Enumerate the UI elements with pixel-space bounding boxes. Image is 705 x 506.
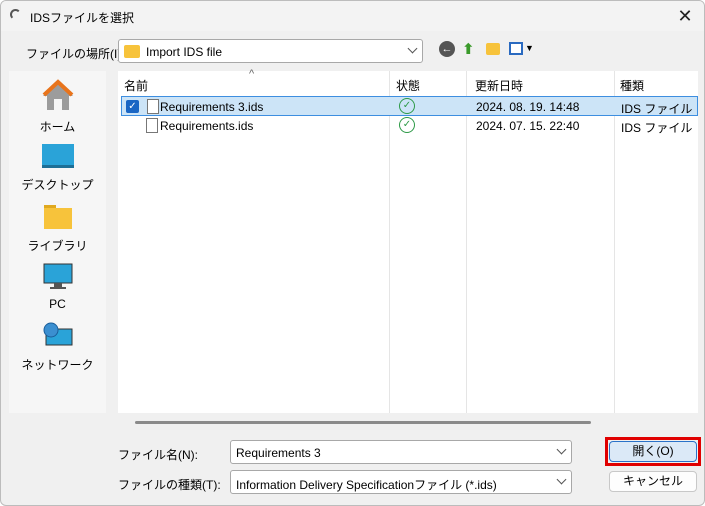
file-date: 2024. 08. 19. 14:48: [476, 100, 580, 114]
file-icon: [146, 118, 158, 133]
filetype-select[interactable]: Information Delivery Specificationファイル (…: [230, 470, 572, 494]
chevron-down-icon: [409, 43, 416, 55]
column-header-name[interactable]: 名前: [124, 77, 148, 94]
sync-ok-icon: ✓: [399, 117, 415, 133]
network-icon: [43, 322, 72, 346]
desktop-icon: [41, 144, 74, 168]
sidebar-item-desktop[interactable]: デスクトップ: [9, 143, 106, 193]
file-open-dialog: IDSファイルを選択 ✕ ファイルの場所(I): Import IDS file…: [0, 0, 705, 506]
sidebar-item-label: デスクトップ: [21, 178, 94, 192]
view-menu-icon[interactable]: [509, 42, 523, 55]
sync-ok-icon: ✓: [399, 98, 415, 114]
title-bar: IDSファイルを選択 ✕: [1, 1, 704, 31]
file-name: Requirements.ids: [160, 119, 254, 133]
file-type: IDS ファイル: [621, 121, 693, 135]
column-header-type[interactable]: 種類: [620, 77, 644, 94]
file-name: Requirements 3.ids: [160, 100, 264, 114]
column-header-date[interactable]: 更新日時: [475, 77, 523, 94]
filename-input[interactable]: Requirements 3: [230, 440, 572, 464]
horizontal-scrollbar[interactable]: [135, 421, 591, 424]
file-date: 2024. 07. 15. 22:40: [476, 119, 580, 133]
file-icon: [147, 99, 159, 114]
file-list[interactable]: ^ 名前 状態 更新日時 種類 ✓ Requirements 3.ids ✓ 2…: [118, 68, 698, 413]
sidebar-item-library[interactable]: ライブラリ: [9, 204, 106, 254]
new-folder-icon[interactable]: [486, 43, 500, 55]
sidebar-item-home[interactable]: ホーム: [9, 79, 106, 135]
filename-value: Requirements 3: [236, 446, 321, 460]
sidebar-item-label: ネットワーク: [21, 358, 94, 372]
back-icon[interactable]: ←: [439, 41, 455, 57]
filetype-label: ファイルの種類(T):: [118, 478, 221, 492]
sidebar-item-label: ライブラリ: [27, 239, 88, 253]
location-combo[interactable]: Import IDS file: [118, 39, 423, 63]
sort-ascending-icon: ^: [249, 68, 255, 80]
folder-icon: [124, 45, 140, 58]
open-button[interactable]: 開く(O): [609, 441, 697, 462]
location-value: Import IDS file: [146, 45, 223, 59]
dialog-title: IDSファイルを選択: [30, 11, 135, 25]
sidebar-item-label: ホーム: [39, 120, 76, 134]
app-icon: [10, 9, 21, 20]
checkbox-checked-icon[interactable]: ✓: [126, 100, 139, 113]
up-folder-icon[interactable]: ⬆: [462, 40, 475, 58]
file-row[interactable]: ✓ Requirements 3.ids ✓ 2024. 08. 19. 14:…: [121, 96, 698, 116]
chevron-down-icon[interactable]: [558, 474, 565, 486]
cancel-button[interactable]: キャンセル: [609, 471, 697, 492]
home-icon: [42, 79, 73, 110]
sidebar-item-network[interactable]: ネットワーク: [9, 321, 106, 373]
close-button[interactable]: ✕: [674, 5, 696, 27]
column-header-status[interactable]: 状態: [396, 77, 420, 94]
library-icon: [43, 205, 72, 229]
filetype-value: Information Delivery Specificationファイル (…: [236, 478, 497, 492]
view-dropdown-icon[interactable]: ▼: [525, 43, 534, 53]
sidebar-item-label: PC: [49, 297, 66, 311]
places-sidebar: ホーム デスクトップ ライブラリ PC ネットワーク: [9, 71, 106, 413]
pc-icon: [43, 263, 72, 289]
chevron-down-icon[interactable]: [558, 444, 565, 456]
sidebar-item-pc[interactable]: PC: [9, 263, 106, 311]
file-type: IDS ファイル: [621, 102, 693, 116]
location-label: ファイルの場所(I):: [26, 47, 125, 61]
filename-label: ファイル名(N):: [118, 448, 198, 462]
file-row[interactable]: Requirements.ids ✓ 2024. 07. 15. 22:40 I…: [121, 116, 698, 136]
